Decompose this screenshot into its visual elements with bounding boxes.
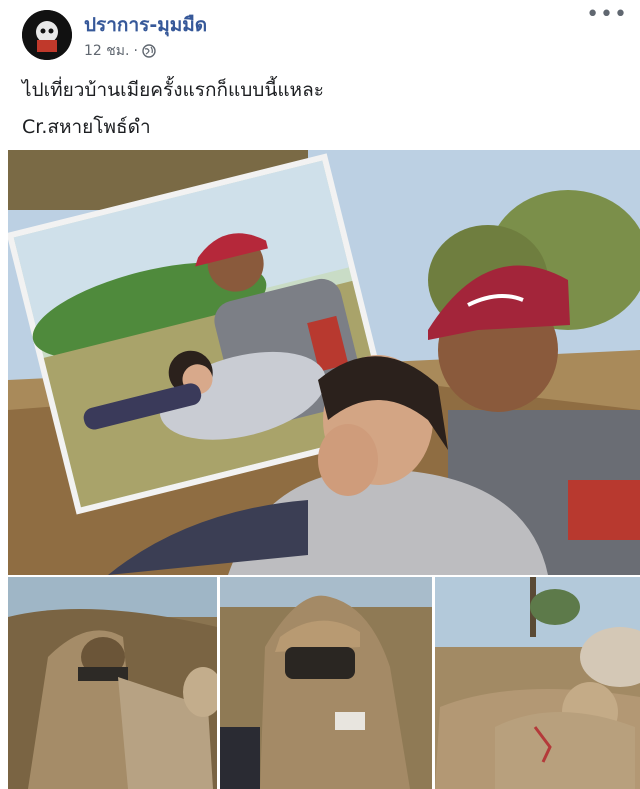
- meta-separator: ·: [133, 43, 138, 59]
- facebook-post: ปราการ-มุมมืด 12 ชม. · ••• ไปเที่ยวบ้านเ…: [0, 0, 640, 789]
- globe-icon[interactable]: [142, 44, 156, 58]
- photo-thumb-2[interactable]: [220, 577, 432, 789]
- author-name[interactable]: ปราการ-มุมมืด: [84, 10, 207, 40]
- main-photo[interactable]: [8, 150, 640, 575]
- author-avatar[interactable]: [22, 10, 72, 60]
- post-text-line-1: ไปเที่ยวบ้านเมียครั้งแรกก็แบบนี้แหละ: [22, 79, 324, 101]
- post-meta: 12 ชม. ·: [84, 40, 156, 62]
- more-options-icon[interactable]: •••: [586, 2, 628, 27]
- photo-thumb-1[interactable]: [8, 577, 217, 789]
- post-time[interactable]: 12 ชม.: [84, 40, 129, 62]
- photo-thumb-3[interactable]: [435, 577, 640, 789]
- post-text-line-2: Cr.สหายโพธ์ดำ: [22, 116, 151, 138]
